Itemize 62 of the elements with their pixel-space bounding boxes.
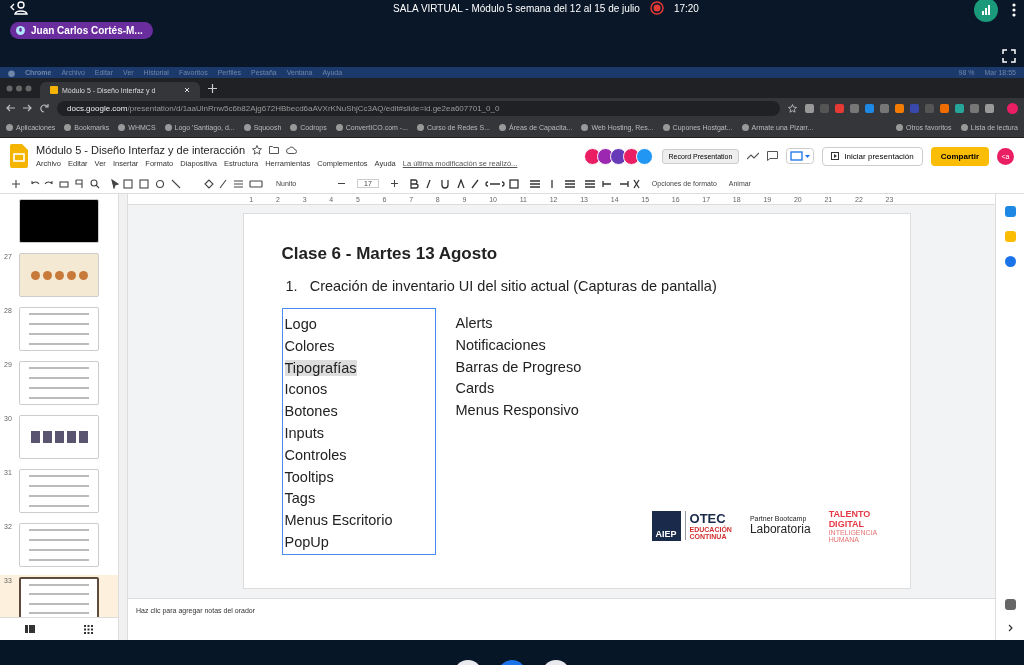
document-title[interactable]: Módulo 5 - Diseño Interfaz y de interacción bbox=[36, 144, 246, 156]
grid-view-icon[interactable] bbox=[84, 624, 94, 634]
list-item: Colores bbox=[284, 337, 335, 354]
apple-icon[interactable] bbox=[8, 68, 15, 77]
slide-thumbnail[interactable] bbox=[19, 577, 99, 617]
otec-logo-text: OTEC bbox=[689, 511, 726, 527]
share-button[interactable]: Compartir bbox=[930, 146, 989, 166]
window-controls[interactable] bbox=[6, 84, 32, 92]
chevron-icon[interactable] bbox=[1007, 624, 1013, 632]
signal-icon[interactable] bbox=[974, 0, 998, 22]
list-item: Notificaciones bbox=[455, 336, 546, 353]
list-item: Inputs bbox=[284, 425, 324, 441]
back-icon[interactable] bbox=[6, 104, 15, 112]
fullscreen-icon[interactable] bbox=[1002, 49, 1016, 63]
microphone-icon bbox=[16, 26, 25, 35]
list-item: Iconos bbox=[284, 381, 328, 398]
extension-icons[interactable] bbox=[583, 147, 654, 165]
minus-icon[interactable] bbox=[338, 180, 345, 187]
filmstrip-view-icon[interactable] bbox=[24, 625, 35, 633]
profile-avatar[interactable] bbox=[1007, 102, 1018, 114]
list-item: Menus Escritorio bbox=[284, 512, 393, 529]
folder-icon[interactable] bbox=[269, 146, 280, 154]
list-item: Barras de Progreso bbox=[455, 358, 582, 375]
talento-logo-text: DIGITAL bbox=[828, 518, 865, 529]
cloud-icon[interactable] bbox=[286, 146, 298, 154]
laboratoria-logo-text: Laboratoria bbox=[749, 522, 811, 537]
list-item: Tooltips bbox=[284, 468, 334, 485]
more-icon[interactable] bbox=[1012, 3, 1016, 17]
star-icon[interactable] bbox=[788, 103, 797, 113]
trend-icon[interactable] bbox=[747, 152, 760, 160]
meet-button[interactable] bbox=[786, 148, 815, 164]
meeting-title: SALA VIRTUAL - Módulo 5 semana del 12 al 15 de julio bbox=[393, 2, 640, 14]
slide-title: Clase 6 - Martes 13 Agosto bbox=[281, 244, 499, 264]
person-icon[interactable] bbox=[10, 1, 28, 15]
new-tab-icon[interactable] bbox=[208, 83, 217, 93]
format-icons[interactable] bbox=[409, 178, 640, 189]
comment-icon[interactable] bbox=[767, 151, 779, 161]
address-bar[interactable]: docs.google.com/presentation/d/1aaUlnRnw5c6b82Ajg672HBbecd6aAVXrKNuShjCc3AQ/edit#slide=id.ge2ea607701_0_0 bbox=[57, 100, 780, 116]
plus-icon[interactable] bbox=[390, 180, 398, 187]
fill-icons[interactable] bbox=[204, 178, 264, 189]
aiep-logo: AIEP bbox=[651, 510, 681, 541]
talento-logo-text: TALENTO bbox=[828, 508, 872, 519]
list-item: Alerts bbox=[455, 315, 493, 331]
record-icon bbox=[649, 1, 664, 15]
forward-icon[interactable] bbox=[23, 104, 32, 112]
play-icon bbox=[831, 152, 840, 160]
present-button[interactable]: Iniciar presentación bbox=[822, 146, 923, 166]
participant-chip[interactable]: Juan Carlos Cortés-M... bbox=[10, 22, 153, 39]
list-item: PopUp bbox=[284, 533, 329, 550]
list-item: Tags bbox=[284, 490, 316, 507]
close-icon[interactable] bbox=[184, 87, 190, 93]
list-item: Botones bbox=[284, 403, 338, 420]
numbered-item: 1. Creación de inventario UI del sitio actual (Capturas de pantalla) bbox=[284, 278, 718, 294]
list-item: Controles bbox=[284, 446, 347, 463]
meeting-time: 17:20 bbox=[673, 2, 699, 14]
list-item: Menus Responsivo bbox=[455, 402, 579, 419]
list-item: Logo bbox=[284, 316, 317, 332]
list-item: Cards bbox=[455, 380, 495, 397]
list-item: Tipografías bbox=[284, 359, 357, 376]
star-icon[interactable] bbox=[252, 145, 263, 155]
reload-icon[interactable] bbox=[40, 103, 49, 113]
text-box[interactable]: Logo Colores Tipografías Iconos Botones Inputs Controles Tooltips Tags Menus Escritorio PopUp bbox=[281, 308, 436, 555]
